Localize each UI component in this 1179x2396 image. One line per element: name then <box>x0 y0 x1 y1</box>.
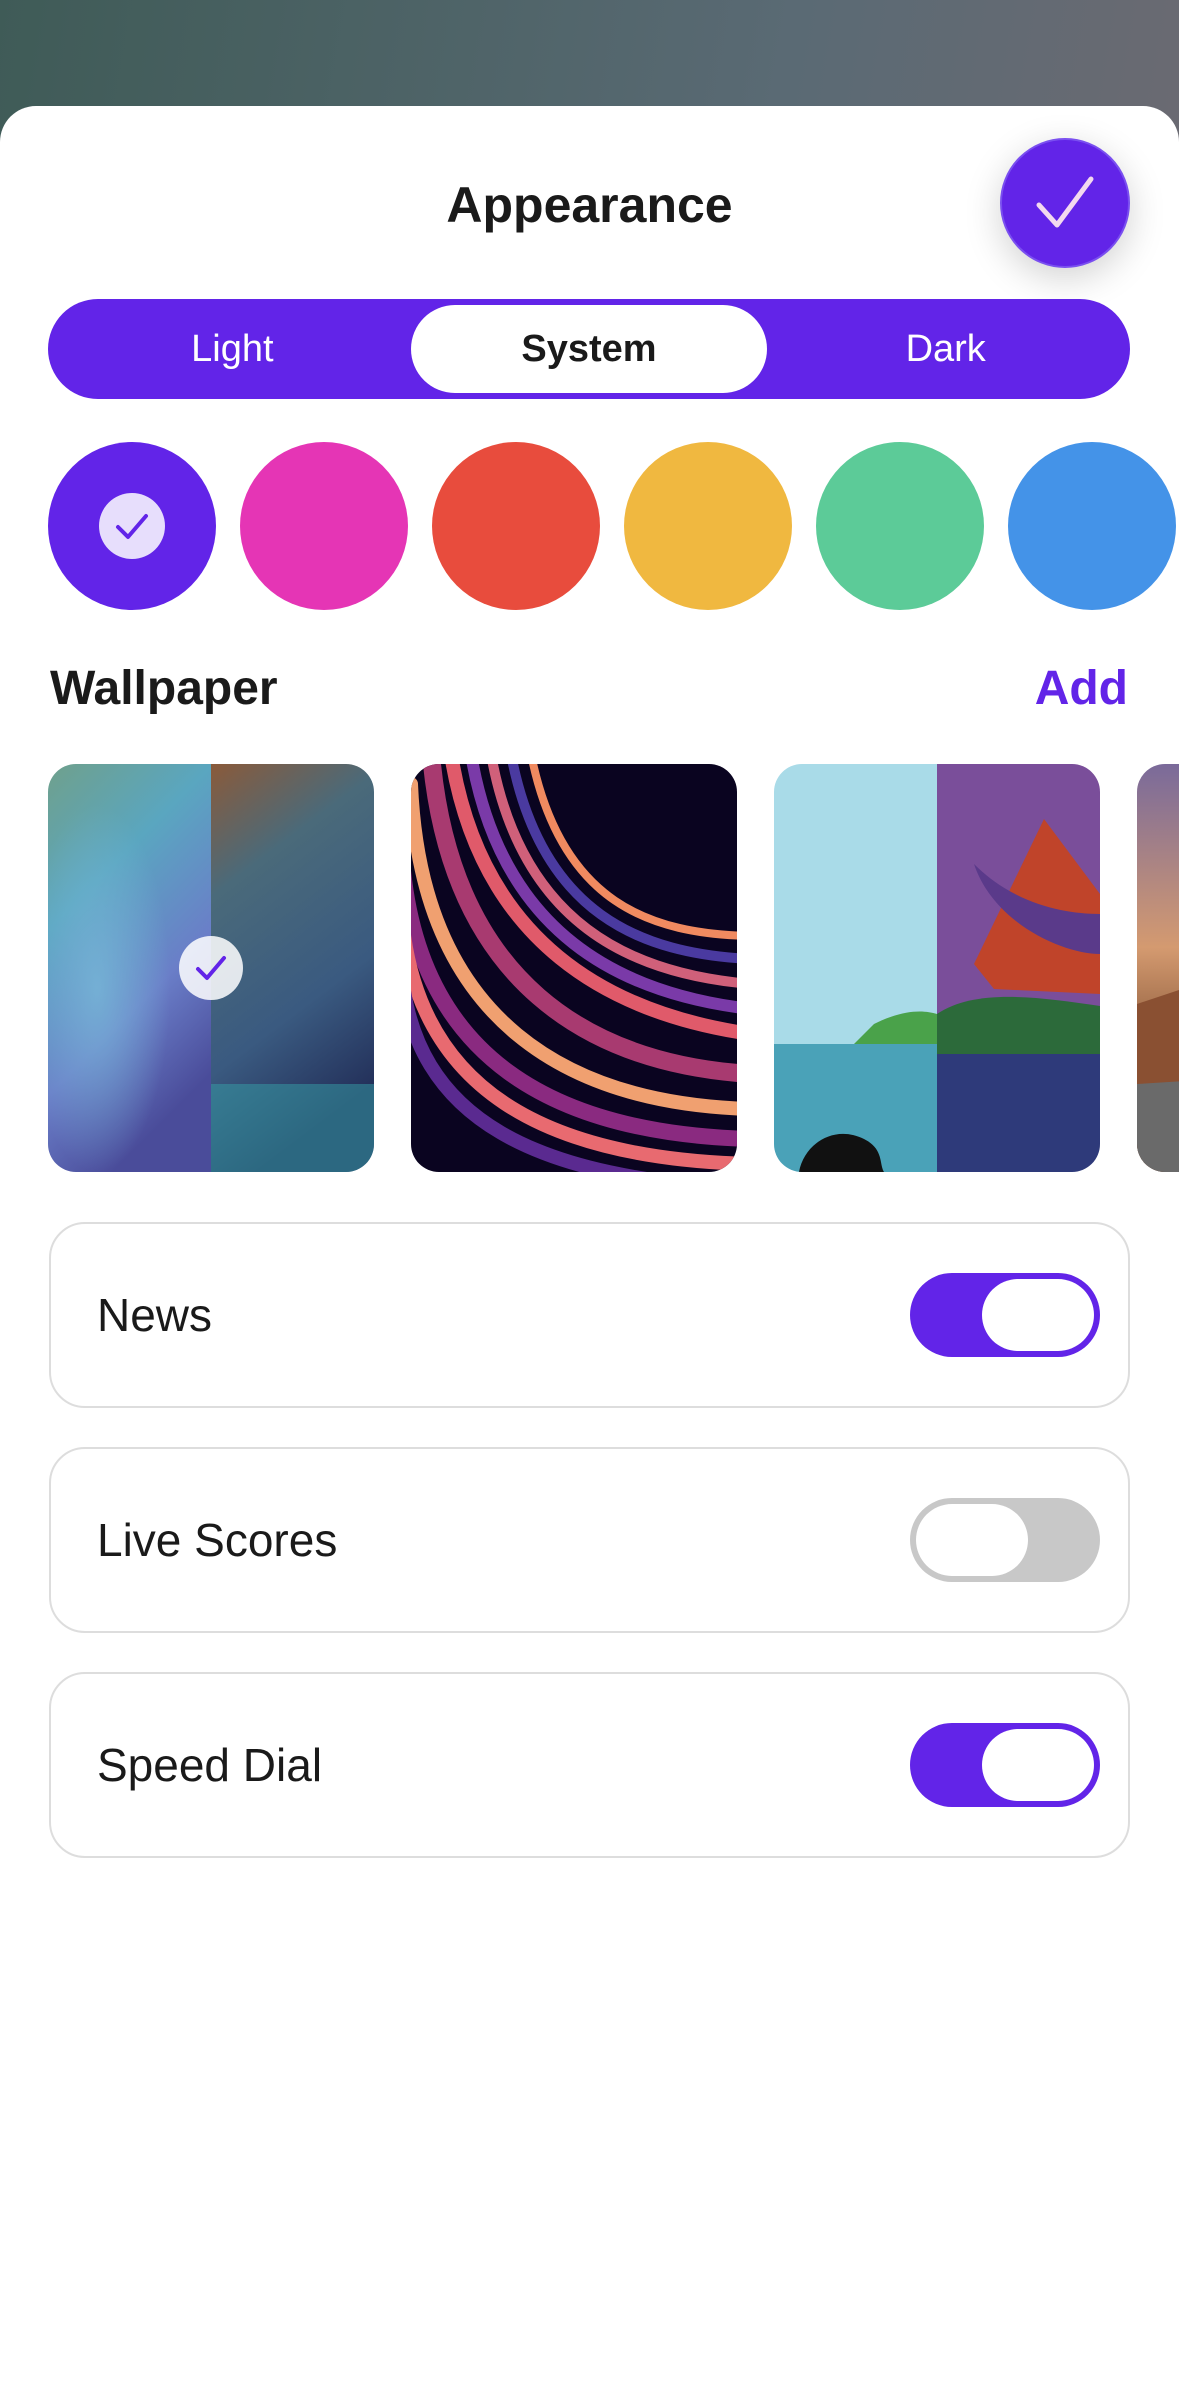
done-button[interactable] <box>1000 138 1130 268</box>
wallpaper-carousel <box>48 764 1179 1174</box>
setting-row-speed-dial: Speed Dial <box>49 1672 1130 1858</box>
theme-option-dark[interactable]: Dark <box>767 305 1124 393</box>
theme-option-system[interactable]: System <box>410 305 768 393</box>
checkmark-icon <box>196 956 226 980</box>
color-swatch-pink[interactable] <box>240 442 408 610</box>
setting-label: Speed Dial <box>97 1739 323 1791</box>
color-swatch-red[interactable] <box>432 442 600 610</box>
appearance-sheet: Appearance Light System Dark Wallpaper A… <box>0 106 1179 2396</box>
wallpaper-coastal-landscape[interactable] <box>774 764 1100 1172</box>
wallpaper-image <box>1137 764 1179 1172</box>
news-toggle[interactable] <box>910 1273 1100 1357</box>
setting-label: News <box>97 1289 213 1341</box>
checkmark-icon <box>116 514 148 539</box>
setting-label: Live Scores <box>97 1514 338 1566</box>
wallpaper-blurred-gradient[interactable] <box>48 764 374 1172</box>
selected-check <box>179 936 243 1000</box>
color-swatch-green[interactable] <box>816 442 984 610</box>
setting-row-news: News <box>49 1222 1130 1408</box>
color-swatch-purple[interactable] <box>48 442 216 610</box>
color-swatch-blue[interactable] <box>1008 442 1176 610</box>
toggle-knob <box>916 1504 1028 1576</box>
wallpaper-desert-road[interactable] <box>1137 764 1179 1172</box>
wallpaper-section-title: Wallpaper <box>50 662 278 715</box>
live-scores-toggle[interactable] <box>910 1498 1100 1582</box>
theme-option-light[interactable]: Light <box>54 305 411 393</box>
wallpaper-image <box>774 764 1100 1172</box>
theme-segmented-control: Light System Dark <box>48 299 1130 399</box>
speed-dial-toggle[interactable] <box>910 1723 1100 1807</box>
add-wallpaper-button[interactable]: Add <box>1035 661 1128 716</box>
toggle-knob <box>982 1729 1094 1801</box>
wallpaper-neon-swirl[interactable] <box>411 764 737 1172</box>
accent-color-picker <box>48 442 1179 610</box>
checkmark-icon <box>1036 176 1094 228</box>
wallpaper-image <box>411 764 737 1172</box>
toggle-knob <box>982 1279 1094 1351</box>
setting-row-live-scores: Live Scores <box>49 1447 1130 1633</box>
color-swatch-yellow[interactable] <box>624 442 792 610</box>
selected-check <box>99 493 165 559</box>
